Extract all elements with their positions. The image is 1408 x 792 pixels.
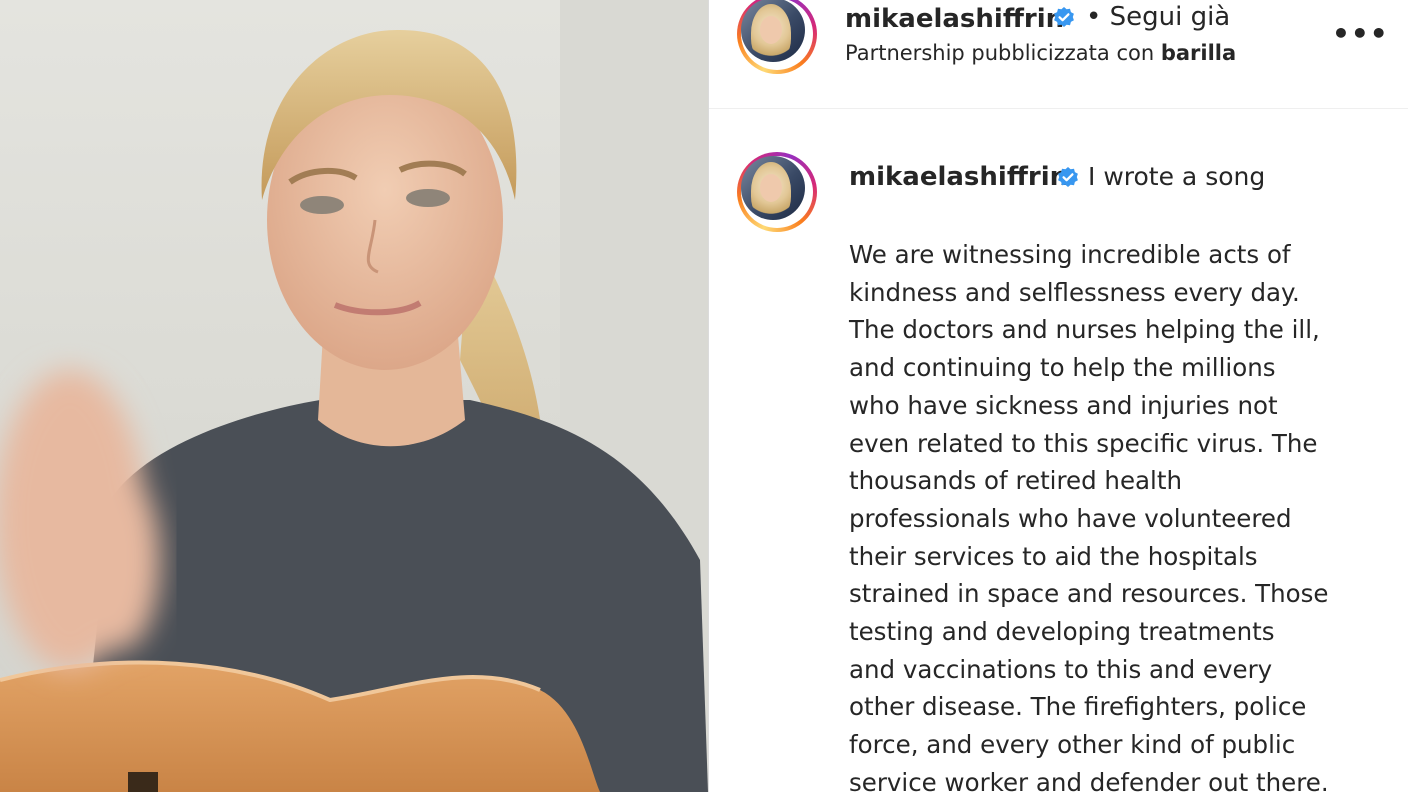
more-options-icon[interactable]: ••• [1332,16,1388,52]
caption-line: thousands of retired health [849,466,1182,496]
caption-username[interactable]: mikaelashiffrin [849,162,1068,192]
caption-line: service worker and defender out there. [849,767,1329,792]
post-media[interactable] [0,0,708,792]
caption-title: I wrote a song [1088,162,1266,191]
paid-partnership-label: Partnership pubblicizzata con barilla [845,41,1236,65]
partner-link[interactable]: barilla [1161,41,1236,65]
header-divider [709,108,1408,109]
caption-line: force, and every other kind of public [849,730,1296,760]
caption-line: The doctors and nurses helping the ill, [849,315,1320,345]
post-header: mikaelashiffrin • Segui già Partnership … [709,0,1408,108]
post-sidebar: mikaelashiffrin • Segui già Partnership … [709,0,1408,792]
follow-status-button[interactable]: • Segui già [1086,2,1230,32]
caption-line: and continuing to help the millions [849,353,1276,383]
author-avatar[interactable] [737,0,817,74]
verified-badge-icon [1054,7,1074,27]
caption-line: even related to this specific virus. The [849,428,1318,458]
caption-line: and vaccinations to this and every [849,654,1273,684]
caption-line: their services to aid the hospitals [849,541,1258,571]
caption-verified-badge-icon [1058,167,1078,187]
caption-line: We are witnessing incredible acts of [849,240,1291,269]
video-frame-image [0,0,708,792]
caption-line: testing and developing treatments [849,617,1275,647]
caption-author-avatar[interactable] [737,152,817,232]
caption-line: strained in space and resources. Those [849,579,1329,609]
caption-body: We are witnessing incredible acts of kin… [849,236,1389,792]
caption-line: kindness and selflessness every day. [849,277,1300,307]
caption-line: other disease. The firefighters, police [849,692,1307,722]
caption-line: who have sickness and injuries not [849,390,1278,420]
caption-line: professionals who have volunteered [849,503,1292,533]
author-username[interactable]: mikaelashiffrin [845,4,1064,34]
partnership-prefix: Partnership pubblicizzata con [845,41,1155,65]
